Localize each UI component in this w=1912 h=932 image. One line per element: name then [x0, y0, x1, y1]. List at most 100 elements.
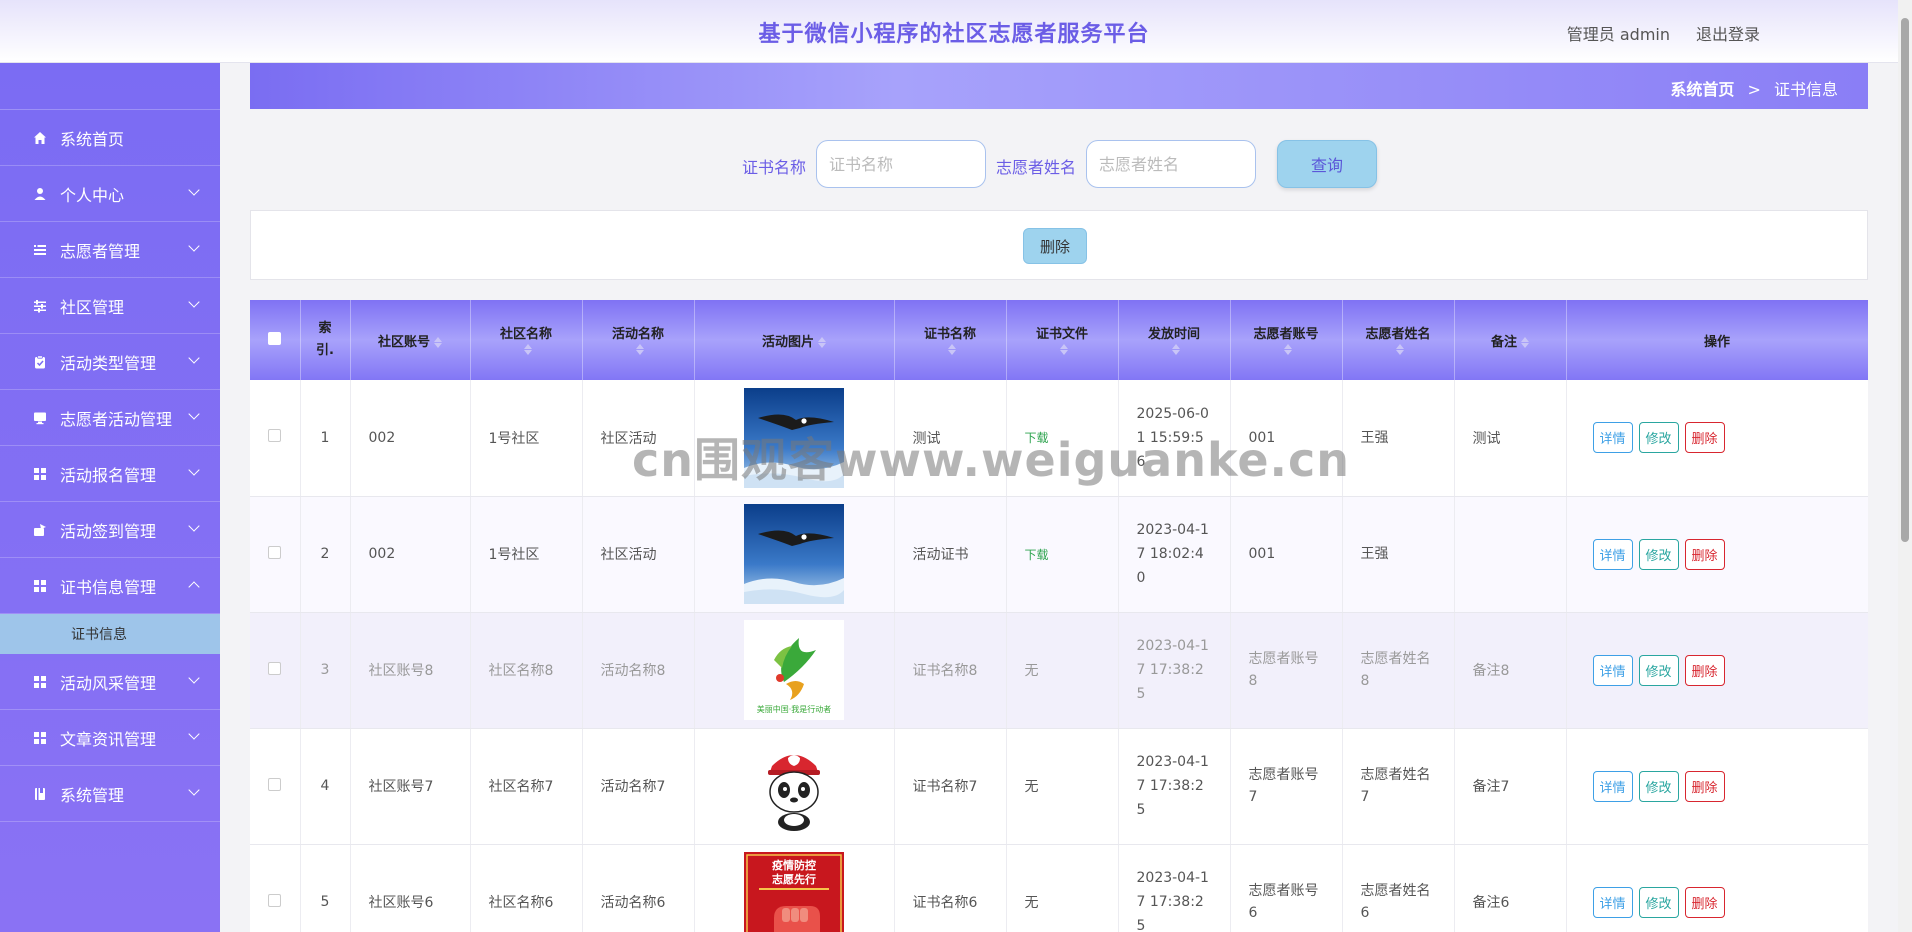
table-row: 1 002 1号社区 社区活动 测试 下载 2025-06-01 15:59:56 001 王强…: [250, 380, 1868, 497]
sort-icon[interactable]: [948, 343, 956, 356]
chevron-down-icon: [188, 352, 200, 364]
delete-button[interactable]: 删除: [1684, 538, 1725, 570]
sidebar-item-0[interactable]: 系统首页: [0, 110, 220, 166]
edit-button[interactable]: 修改: [1638, 886, 1679, 918]
chevron-down-icon: [188, 464, 200, 476]
sidebar-item-3[interactable]: 社区管理: [0, 278, 220, 334]
activity-image: 美丽中国·我是行动者: [695, 620, 894, 720]
download-link[interactable]: 下载: [1025, 431, 1049, 445]
edit-button[interactable]: 修改: [1638, 422, 1679, 454]
header-volunteer-name[interactable]: 志愿者姓名: [1342, 300, 1455, 380]
cell-remark: 备注6: [1454, 844, 1567, 932]
select-all-cell[interactable]: [250, 300, 301, 380]
delete-button[interactable]: 删除: [1684, 886, 1725, 918]
edit-button[interactable]: 修改: [1638, 654, 1679, 686]
vertical-scrollbar[interactable]: [1898, 0, 1912, 932]
delete-button[interactable]: 删除: [1684, 770, 1725, 802]
edit-button[interactable]: 修改: [1638, 538, 1679, 570]
row-checkbox[interactable]: [268, 893, 282, 907]
detail-button[interactable]: 详情: [1592, 422, 1633, 454]
sidebar-item-7[interactable]: 活动签到管理: [0, 502, 220, 558]
volunteer-name-input[interactable]: [1086, 140, 1256, 188]
chevron-down-icon: [188, 520, 200, 532]
row-select-cell[interactable]: [250, 380, 301, 497]
cell-community-name: 1号社区: [470, 496, 583, 613]
cell-index: 4: [300, 728, 351, 845]
delete-button[interactable]: 删除: [1684, 654, 1725, 686]
chevron-down-icon: [188, 408, 200, 420]
sort-icon[interactable]: [1060, 343, 1068, 356]
sort-icon[interactable]: [818, 336, 826, 349]
row-select-cell[interactable]: [250, 728, 301, 845]
row-select-cell[interactable]: [250, 612, 301, 729]
top-header: 基于微信小程序的社区志愿者服务平台 管理员 admin 退出登录: [0, 0, 1898, 63]
sidebar-item-8[interactable]: 证书信息管理: [0, 558, 220, 614]
grid-icon: [32, 730, 48, 746]
cell-activity-name: 社区活动: [582, 496, 695, 613]
breadcrumb-home[interactable]: 系统首页: [1670, 80, 1734, 99]
row-checkbox[interactable]: [268, 545, 282, 559]
sidebar-item-label: 志愿者管理: [60, 241, 141, 261]
sort-icon[interactable]: [1521, 336, 1529, 349]
row-select-cell[interactable]: [250, 496, 301, 613]
cell-cert-name: 证书名称8: [894, 612, 1007, 729]
detail-button[interactable]: 详情: [1592, 886, 1633, 918]
cell-cert-name: 测试: [894, 380, 1007, 497]
detail-button[interactable]: 详情: [1592, 538, 1633, 570]
sort-icon[interactable]: [1172, 343, 1180, 356]
breadcrumb-current: 证书信息: [1773, 80, 1838, 99]
sidebar-item-1[interactable]: 个人中心: [0, 166, 220, 222]
sidebar-item-11[interactable]: 系统管理: [0, 766, 220, 822]
row-checkbox[interactable]: [268, 429, 282, 443]
batch-delete-button[interactable]: 删除: [1023, 228, 1087, 264]
cell-volunteer-account: 志愿者账号7: [1230, 728, 1343, 845]
cell-remark: 备注7: [1454, 728, 1567, 845]
header-community-account[interactable]: 社区账号: [350, 300, 471, 380]
table-row: 5 社区账号6 社区名称6 活动名称6 疫情防控 志愿先行 证书名称6 无 2023-04-17…: [250, 844, 1868, 932]
query-button[interactable]: 查询: [1277, 140, 1377, 188]
header-community-name[interactable]: 社区名称: [470, 300, 583, 380]
sidebar-item-6[interactable]: 活动报名管理: [0, 446, 220, 502]
grid-icon: [32, 466, 48, 482]
grid-icon: [32, 674, 48, 690]
delete-button[interactable]: 删除: [1684, 422, 1725, 454]
sort-icon[interactable]: [524, 343, 532, 356]
activity-image: [695, 387, 894, 488]
sidebar-item-9[interactable]: 活动风采管理: [0, 654, 220, 710]
cell-cert-file[interactable]: 下载: [1006, 496, 1119, 613]
sidebar-item-10[interactable]: 文章资讯管理: [0, 710, 220, 766]
breadcrumb-bar: 系统首页 > 证书信息: [250, 63, 1868, 109]
sort-icon[interactable]: [434, 336, 442, 349]
sort-icon[interactable]: [1396, 343, 1404, 356]
sidebar-item-label: 活动风采管理: [60, 673, 157, 693]
logout-link[interactable]: 退出登录: [1696, 21, 1760, 45]
header-activity-image[interactable]: 活动图片: [694, 300, 895, 380]
detail-button[interactable]: 详情: [1592, 770, 1633, 802]
header-cert-name[interactable]: 证书名称: [894, 300, 1007, 380]
cert-name-label: 证书名称: [742, 158, 807, 177]
edit-button[interactable]: 修改: [1638, 770, 1679, 802]
sidebar-item-5[interactable]: 志愿者活动管理: [0, 390, 220, 446]
header-remark[interactable]: 备注: [1454, 300, 1567, 380]
header-activity-name[interactable]: 活动名称: [582, 300, 695, 380]
cert-name-input[interactable]: [816, 140, 986, 188]
submenu-item-cert-info[interactable]: 证书信息: [0, 614, 220, 654]
sidebar-item-4[interactable]: 活动类型管理: [0, 334, 220, 390]
row-checkbox[interactable]: [268, 777, 282, 791]
cell-remark: 测试: [1454, 380, 1567, 497]
header-issue-time[interactable]: 发放时间: [1118, 300, 1231, 380]
cell-cert-file[interactable]: 下载: [1006, 380, 1119, 497]
row-checkbox[interactable]: [268, 661, 282, 675]
cell-community-account: 社区账号8: [350, 612, 471, 729]
chevron-down-icon: [188, 296, 200, 308]
scrollbar-thumb[interactable]: [1901, 18, 1909, 542]
select-all-checkbox[interactable]: [268, 331, 282, 345]
header-cert-file[interactable]: 证书文件: [1006, 300, 1119, 380]
header-volunteer-account[interactable]: 志愿者账号: [1230, 300, 1343, 380]
sidebar-item-2[interactable]: 志愿者管理: [0, 222, 220, 278]
sort-icon[interactable]: [1284, 343, 1292, 356]
sort-icon[interactable]: [636, 343, 644, 356]
download-link[interactable]: 下载: [1025, 548, 1049, 562]
row-select-cell[interactable]: [250, 844, 301, 932]
detail-button[interactable]: 详情: [1592, 654, 1633, 686]
